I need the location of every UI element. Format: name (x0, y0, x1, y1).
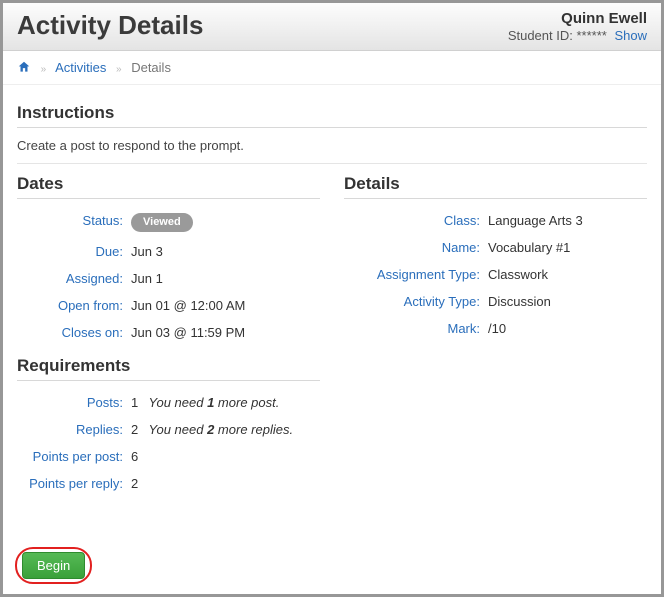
row-class: Class: Language Arts 3 (344, 207, 647, 234)
begin-button[interactable]: Begin (22, 552, 85, 579)
replies-label: Replies: (17, 416, 127, 443)
replies-need-post: more replies. (214, 422, 293, 437)
begin-highlight: Begin (15, 547, 92, 584)
dates-heading: Dates (17, 174, 320, 199)
breadcrumb-current: Details (131, 60, 171, 75)
breadcrumb-separator: » (116, 64, 122, 75)
ppp-value: 6 (127, 443, 145, 470)
home-icon[interactable] (17, 60, 35, 75)
breadcrumb: » Activities » Details (3, 51, 661, 85)
replies-need: You need 2 more replies. (145, 416, 320, 443)
row-closes: Closes on: Jun 03 @ 11:59 PM (17, 319, 320, 346)
status-badge: Viewed (131, 213, 193, 232)
due-label: Due: (17, 238, 127, 265)
replies-value: 2 (127, 416, 145, 443)
assignment-type-label: Assignment Type: (344, 261, 484, 288)
ppp-label: Points per post: (17, 443, 127, 470)
replies-need-pre: You need (149, 422, 208, 437)
header: Activity Details Quinn Ewell Student ID:… (3, 3, 661, 51)
content: Instructions Create a post to respond to… (3, 85, 661, 511)
dates-table: Status: Viewed Due: Jun 3 Assigned: Jun … (17, 207, 320, 346)
class-value: Language Arts 3 (484, 207, 647, 234)
row-open: Open from: Jun 01 @ 12:00 AM (17, 292, 320, 319)
open-label: Open from: (17, 292, 127, 319)
row-posts: Posts: 1 You need 1 more post. (17, 389, 320, 416)
class-label: Class: (344, 207, 484, 234)
posts-label: Posts: (17, 389, 127, 416)
row-mark: Mark: /10 (344, 315, 647, 342)
dates-column: Dates Status: Viewed Due: Jun 3 Assigned… (17, 164, 320, 497)
student-id-row: Student ID: ****** Show (508, 28, 647, 44)
mark-value: /10 (484, 315, 647, 342)
requirements-table: Posts: 1 You need 1 more post. Replies: … (17, 389, 320, 497)
activity-type-value: Discussion (484, 288, 647, 315)
row-ppr: Points per reply: 2 (17, 470, 320, 497)
row-due: Due: Jun 3 (17, 238, 320, 265)
row-status: Status: Viewed (17, 207, 320, 238)
assignment-type-value: Classwork (484, 261, 647, 288)
row-ppp: Points per post: 6 (17, 443, 320, 470)
posts-value: 1 (127, 389, 145, 416)
name-value: Vocabulary #1 (484, 234, 647, 261)
app-frame: Activity Details Quinn Ewell Student ID:… (0, 0, 664, 597)
ppr-label: Points per reply: (17, 470, 127, 497)
mark-label: Mark: (344, 315, 484, 342)
assigned-label: Assigned: (17, 265, 127, 292)
ppr-value: 2 (127, 470, 145, 497)
posts-need: You need 1 more post. (145, 389, 320, 416)
details-column: Details Class: Language Arts 3 Name: Voc… (344, 164, 647, 497)
user-block: Quinn Ewell Student ID: ****** Show (508, 10, 647, 44)
row-activity-type: Activity Type: Discussion (344, 288, 647, 315)
row-assigned: Assigned: Jun 1 (17, 265, 320, 292)
row-replies: Replies: 2 You need 2 more replies. (17, 416, 320, 443)
student-id-value: ****** (576, 28, 606, 43)
requirements-heading: Requirements (17, 356, 320, 381)
assigned-value: Jun 1 (127, 265, 320, 292)
instructions-text: Create a post to respond to the prompt. (17, 136, 647, 164)
two-column-layout: Dates Status: Viewed Due: Jun 3 Assigned… (17, 164, 647, 497)
status-value-cell: Viewed (127, 207, 320, 238)
closes-value: Jun 03 @ 11:59 PM (127, 319, 320, 346)
open-value: Jun 01 @ 12:00 AM (127, 292, 320, 319)
begin-ring: Begin (15, 547, 92, 584)
closes-label: Closes on: (17, 319, 127, 346)
activity-type-label: Activity Type: (344, 288, 484, 315)
details-table: Class: Language Arts 3 Name: Vocabulary … (344, 207, 647, 342)
posts-need-pre: You need (149, 395, 208, 410)
due-value: Jun 3 (127, 238, 320, 265)
breadcrumb-activities[interactable]: Activities (55, 60, 106, 75)
page-title: Activity Details (17, 10, 203, 41)
show-student-id-link[interactable]: Show (614, 28, 647, 43)
status-label: Status: (17, 207, 127, 238)
name-label: Name: (344, 234, 484, 261)
row-assignment-type: Assignment Type: Classwork (344, 261, 647, 288)
user-name: Quinn Ewell (508, 10, 647, 28)
student-id-label: Student ID: (508, 28, 573, 43)
posts-need-post: more post. (214, 395, 279, 410)
instructions-heading: Instructions (17, 103, 647, 128)
row-name: Name: Vocabulary #1 (344, 234, 647, 261)
details-heading: Details (344, 174, 647, 199)
breadcrumb-separator: » (41, 64, 47, 75)
